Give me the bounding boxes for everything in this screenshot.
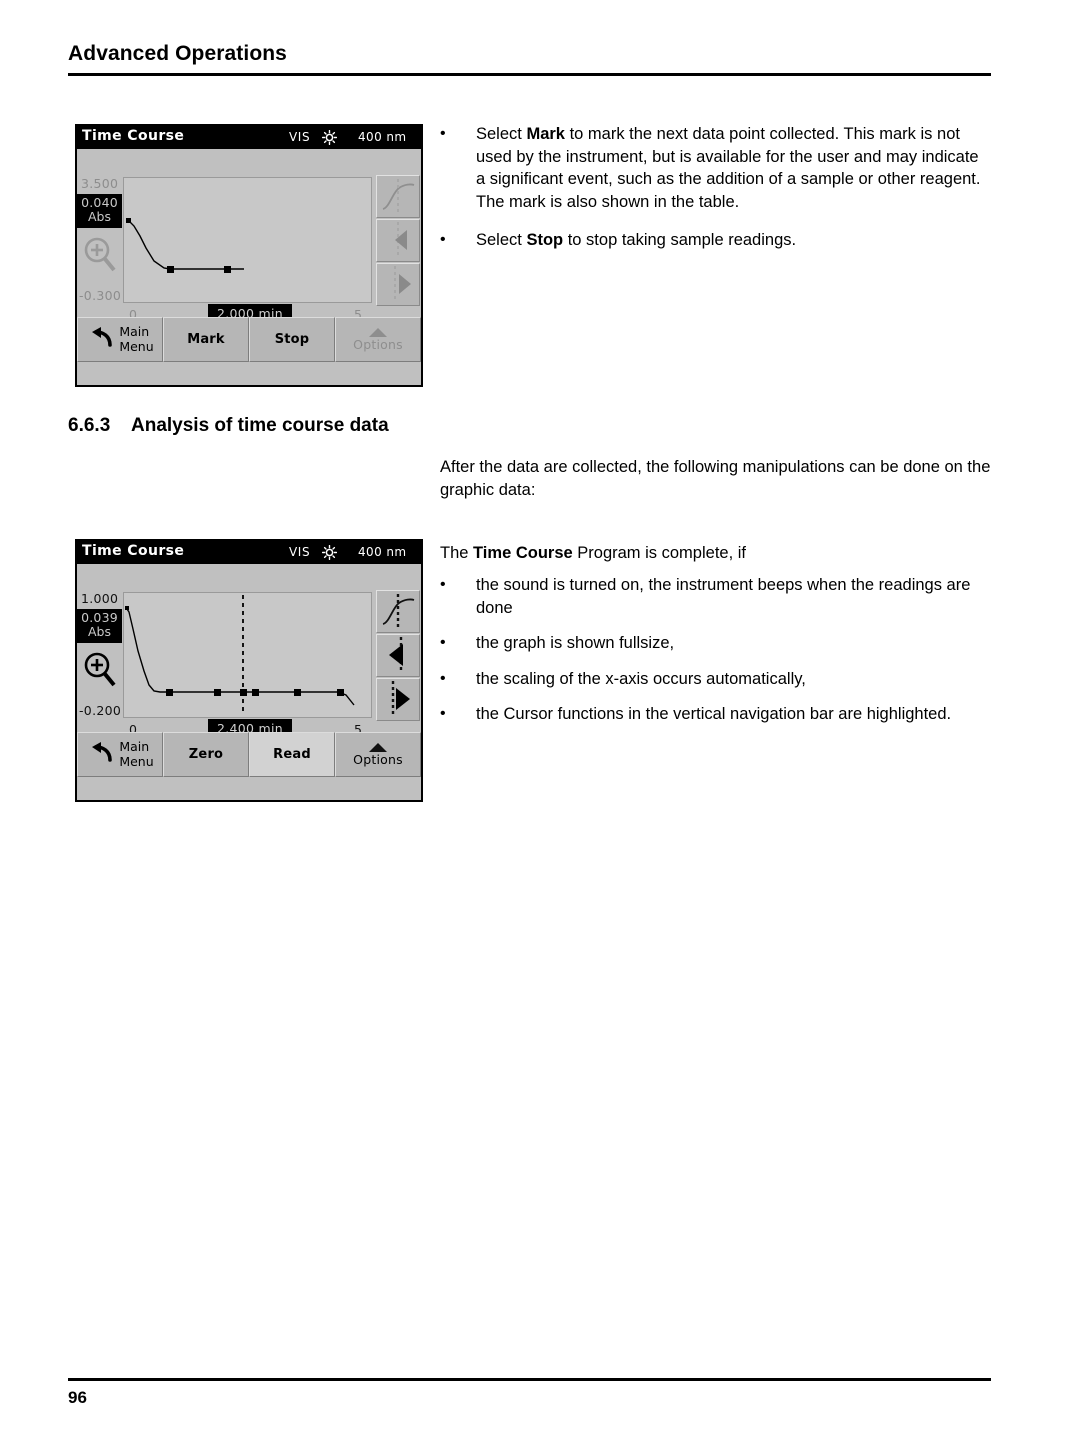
screen-title: Time Course	[82, 543, 185, 559]
bottom-button-bar: Main Menu Mark Stop Options	[77, 317, 421, 362]
device-title-bar: Time Course VIS 400 nm	[77, 541, 421, 564]
zero-button[interactable]: Zero	[163, 732, 249, 777]
y-axis-max-label: 1.000	[81, 591, 119, 606]
options-button-label: Options	[353, 336, 403, 352]
device-body: 1.000 -0.200 0.039 Abs 0 2.400 min 5 Mai…	[77, 564, 421, 777]
bullet-marker: •	[440, 669, 446, 687]
triangle-up-icon	[368, 742, 387, 752]
list-item: • the scaling of the x-axis occurs autom…	[440, 668, 992, 691]
absorbance-value: 0.040	[81, 195, 118, 210]
magnifier-plus-icon[interactable]	[82, 235, 118, 273]
absorbance-value: 0.039	[81, 610, 118, 625]
lamp-mode-label: VIS	[289, 130, 311, 144]
bullet-marker: •	[440, 125, 446, 142]
bullet-marker: •	[440, 576, 446, 593]
sun-icon	[321, 129, 338, 146]
list-item: • the sound is turned on, the instrument…	[440, 574, 992, 619]
main-menu-label: Main Menu	[119, 324, 154, 354]
bullet-list-top: • Select Mark to mark the next data poin…	[440, 123, 992, 252]
read-button[interactable]: Read	[249, 732, 335, 777]
options-button[interactable]: Options	[335, 732, 421, 777]
main-menu-label: Main Menu	[119, 739, 154, 769]
back-arrow-icon	[90, 326, 114, 353]
intro-paragraph: After the data are collected, the follow…	[440, 458, 991, 499]
arrow-right-icon-button[interactable]	[376, 678, 420, 721]
curve-cursor-icon-button[interactable]	[376, 590, 420, 633]
main-menu-button[interactable]: Main Menu	[77, 732, 163, 777]
lamp-mode-label: VIS	[289, 545, 311, 559]
curve-cursor-icon-button[interactable]	[376, 175, 420, 218]
mark-button-label: Mark	[187, 332, 225, 347]
bullet-marker: •	[440, 634, 446, 651]
y-axis-max-label: 3.500	[81, 176, 119, 191]
list-item: • the Cursor functions in the vertical n…	[440, 703, 992, 726]
main-menu-button[interactable]: Main Menu	[77, 317, 163, 362]
magnifier-plus-icon[interactable]	[82, 650, 118, 688]
section-number: 6.6.3	[68, 415, 111, 436]
wavelength-label: 400 nm	[358, 130, 407, 144]
list-item: • the graph is shown fullsize,	[440, 632, 992, 655]
arrow-left-icon-button[interactable]	[376, 634, 420, 677]
vertical-navigation-bar	[376, 590, 420, 721]
arrow-right-icon-button[interactable]	[376, 263, 420, 306]
list-item-text: the graph is shown fullsize,	[476, 634, 675, 652]
arrow-left-icon-button[interactable]	[376, 219, 420, 262]
list-item-text: Select Mark to mark the next data point …	[476, 125, 981, 211]
absorbance-readout: 0.040 Abs	[77, 194, 122, 228]
mark-button[interactable]: Mark	[163, 317, 249, 362]
wavelength-label: 400 nm	[358, 545, 407, 559]
absorbance-readout: 0.039 Abs	[77, 609, 122, 643]
stop-button-label: Stop	[274, 332, 310, 347]
complete-statement: The Time Course Program is complete, if	[440, 544, 746, 562]
device-screenshot-time-course-complete: Time Course VIS 400 nm 1.000 -0.200 0.03…	[75, 539, 423, 802]
document-page: Advanced Operations Time Course VIS 400 …	[0, 0, 1080, 1437]
section-heading: 6.6.3 Analysis of time course data	[68, 415, 389, 437]
list-item-text: the sound is turned on, the instrument b…	[476, 576, 971, 617]
page-header-title: Advanced Operations	[68, 42, 287, 65]
vertical-navigation-bar	[376, 175, 420, 306]
list-item: • Select Mark to mark the next data poin…	[440, 123, 992, 213]
back-arrow-icon	[90, 741, 114, 768]
list-item-text: the Cursor functions in the vertical nav…	[476, 705, 952, 723]
page-number: 96	[68, 1388, 87, 1407]
options-button-label: Options	[353, 751, 403, 767]
bullet-list-bottom: • the sound is turned on, the instrument…	[440, 574, 992, 726]
list-item-text: Select Stop to stop taking sample readin…	[476, 231, 797, 249]
absorbance-unit: Abs	[88, 624, 111, 639]
bullet-marker: •	[440, 231, 446, 248]
graph-plot-area[interactable]	[123, 592, 372, 718]
device-title-bar: Time Course VIS 400 nm	[77, 126, 421, 149]
y-axis-min-label: -0.200	[79, 703, 122, 718]
bottom-button-bar: Main Menu Zero Read Options	[77, 732, 421, 777]
sun-icon	[321, 544, 338, 561]
y-axis-min-label: -0.300	[79, 288, 122, 303]
section-title: Analysis of time course data	[131, 415, 389, 436]
absorbance-unit: Abs	[88, 209, 111, 224]
device-body: 3.500 -0.300 0.040 Abs 0 2.000 min 5 Mai…	[77, 149, 421, 362]
read-button-label: Read	[273, 747, 311, 762]
device-screenshot-time-course-running: Time Course VIS 400 nm 3.500 -0.300 0.04…	[75, 124, 423, 387]
list-item-text: the scaling of the x-axis occurs automat…	[476, 669, 806, 688]
graph-plot-area[interactable]	[123, 177, 372, 303]
header-rule	[68, 73, 991, 76]
footer-rule	[68, 1378, 991, 1381]
options-button[interactable]: Options	[335, 317, 421, 362]
screen-title: Time Course	[82, 128, 185, 144]
list-item: • Select Stop to stop taking sample read…	[440, 229, 992, 252]
stop-button[interactable]: Stop	[249, 317, 335, 362]
triangle-up-icon	[368, 327, 387, 337]
zero-button-label: Zero	[188, 747, 224, 762]
bullet-marker: •	[440, 705, 446, 722]
